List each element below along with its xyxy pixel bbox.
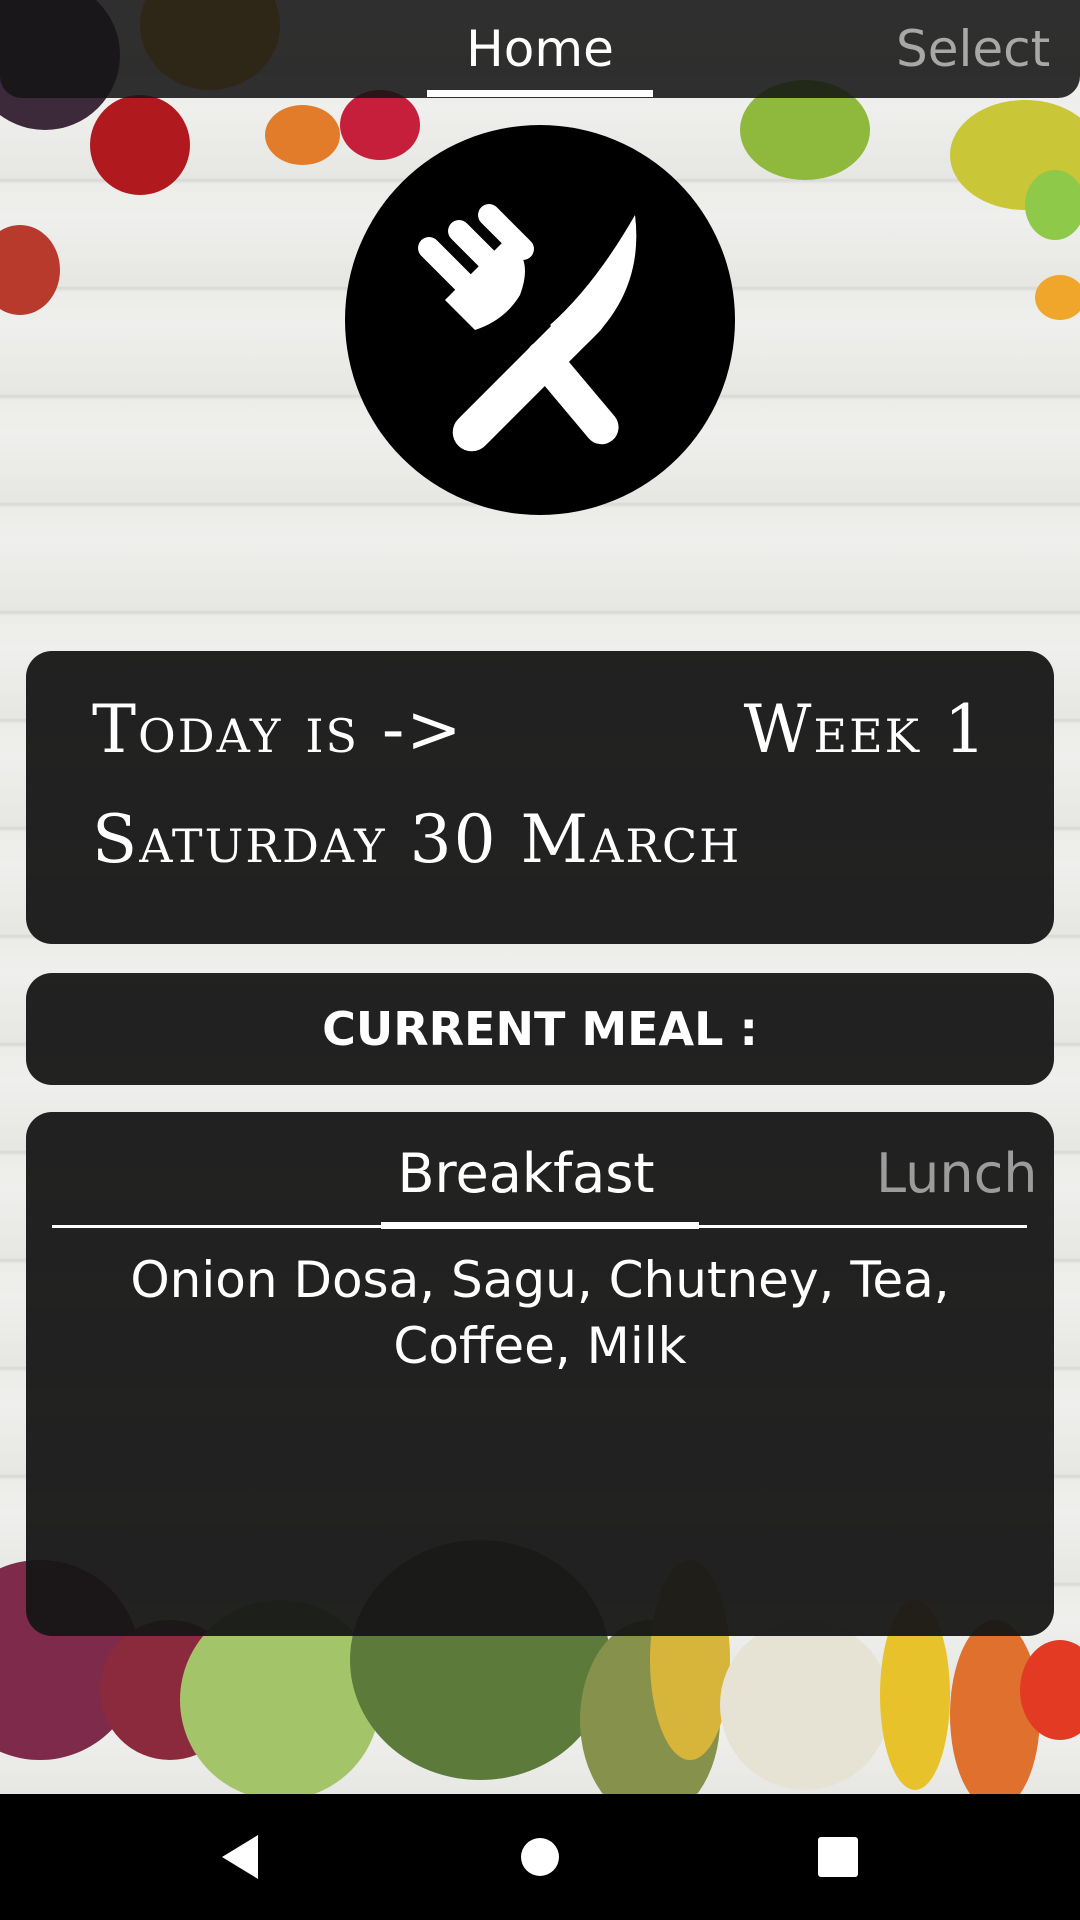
tab-indicator [427, 90, 653, 97]
today-label: Today is -> [92, 691, 464, 768]
fruit-decoration [1025, 170, 1080, 240]
tab-breakfast[interactable]: Breakfast [381, 1142, 671, 1205]
top-tab-bar: Home Select [0, 0, 1080, 98]
fork-knife-icon [418, 204, 637, 452]
meal-card: Breakfast Lunch Onion Dosa, Sagu, Chutne… [26, 1112, 1054, 1636]
fruit-decoration [0, 225, 60, 315]
tab-select[interactable]: Select [880, 0, 1080, 98]
tab-home[interactable]: Home [427, 0, 653, 98]
week-label: Week 1 [743, 691, 988, 768]
meal-content: Onion Dosa, Sagu, Chutney, Tea, Coffee, … [130, 1251, 950, 1375]
tab-lunch[interactable]: Lunch [876, 1142, 1038, 1205]
date-card: Today is -> Week 1 Saturday 30 March [26, 651, 1054, 944]
current-meal-label: CURRENT MEAL : [322, 1002, 758, 1056]
meal-tab-indicator [381, 1222, 699, 1229]
system-nav-bar [0, 1794, 1080, 1920]
home-circle-icon[interactable] [510, 1827, 570, 1887]
fruit-decoration [265, 105, 340, 165]
recent-square-icon[interactable] [808, 1827, 868, 1887]
current-meal-header: CURRENT MEAL : [26, 973, 1054, 1085]
back-triangle-icon[interactable] [210, 1827, 270, 1887]
vegetable-decoration [720, 1620, 890, 1790]
date-label: Saturday 30 March [92, 801, 742, 878]
fruit-decoration [1035, 275, 1080, 320]
fruit-decoration [90, 95, 190, 195]
app-logo [345, 125, 735, 515]
